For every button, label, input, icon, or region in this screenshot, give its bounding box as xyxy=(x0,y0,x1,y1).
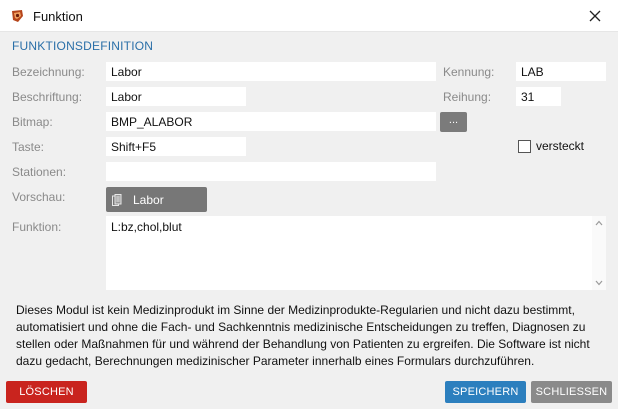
beschriftung-field[interactable] xyxy=(106,87,246,106)
app-icon xyxy=(12,10,23,22)
reihung-label: Reihung: xyxy=(443,90,492,104)
section-title: FUNKTIONSDEFINITION xyxy=(12,39,154,53)
versteckt-checkbox[interactable]: versteckt xyxy=(518,139,584,153)
save-button[interactable]: SPEICHERN xyxy=(445,381,526,403)
close-icon xyxy=(589,10,601,22)
bezeichnung-field[interactable] xyxy=(106,62,436,81)
textarea-scrollbar[interactable] xyxy=(592,216,606,290)
delete-button[interactable]: LÖSCHEN xyxy=(6,381,87,403)
scroll-down-icon[interactable] xyxy=(595,280,603,286)
close-button[interactable] xyxy=(572,0,618,32)
stationen-field[interactable] xyxy=(106,162,436,181)
funktion-label: Funktion: xyxy=(12,220,62,234)
window-title: Funktion xyxy=(33,9,83,24)
bezeichnung-label: Bezeichnung: xyxy=(12,65,85,79)
versteckt-label: versteckt xyxy=(536,139,585,153)
reihung-field[interactable] xyxy=(516,87,561,106)
title-bar: Funktion xyxy=(0,0,618,32)
preview-button-label: Labor xyxy=(133,192,164,207)
bitmap-browse-button[interactable]: ... xyxy=(440,112,467,132)
disclaimer-text: Dieses Modul ist kein Medizinprodukt im … xyxy=(16,303,590,368)
bitmap-field[interactable] xyxy=(106,112,436,131)
beschriftung-label: Beschriftung: xyxy=(12,90,83,104)
kennung-field[interactable] xyxy=(516,62,606,81)
checkbox-box[interactable] xyxy=(518,139,531,153)
stationen-label: Stationen: xyxy=(12,165,67,179)
funktion-textarea-container: L:bz,chol,blut xyxy=(106,216,606,290)
bitmap-label: Bitmap: xyxy=(12,115,53,129)
close-dialog-button[interactable]: SCHLIESSEN xyxy=(531,381,612,403)
preview-button[interactable]: Labor xyxy=(106,187,207,212)
taste-field[interactable] xyxy=(106,137,246,156)
kennung-label: Kennung: xyxy=(443,65,495,79)
vorschau-label: Vorschau: xyxy=(12,190,66,204)
dialog-content: FUNKTIONSDEFINITION Bezeichnung: Kennung… xyxy=(0,32,618,409)
funktion-textarea[interactable]: L:bz,chol,blut xyxy=(106,216,592,290)
taste-label: Taste: xyxy=(12,140,45,154)
document-icon xyxy=(112,193,122,206)
scroll-up-icon[interactable] xyxy=(595,220,603,226)
